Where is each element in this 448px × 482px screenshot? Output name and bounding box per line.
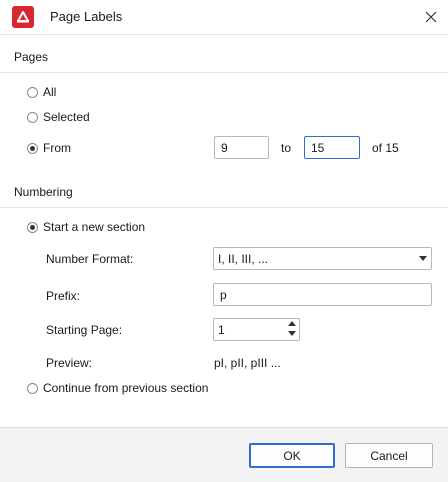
dialog-footer: OK Cancel — [0, 427, 448, 482]
radio-all-label: All — [43, 85, 57, 99]
dialog-title: Page Labels — [50, 9, 123, 24]
prefix-input[interactable] — [213, 283, 432, 306]
radio-from-indicator — [27, 142, 38, 154]
number-format-value: I, II, III, ... — [218, 251, 269, 266]
app-logo-icon — [12, 6, 34, 28]
preview-value: pI, pII, pIII ... — [214, 356, 281, 370]
radio-selected[interactable]: Selected — [27, 110, 90, 124]
cancel-button[interactable]: Cancel — [345, 443, 433, 468]
close-button[interactable] — [418, 4, 444, 30]
spin-down-button[interactable] — [285, 329, 299, 339]
title-divider — [0, 34, 448, 35]
pages-divider — [0, 72, 448, 73]
radio-start-new-section-label: Start a new section — [43, 220, 146, 234]
page-labels-dialog: Page Labels Pages All Selected From to o… — [0, 0, 448, 482]
radio-start-new-section[interactable]: Start a new section — [27, 220, 145, 234]
radio-continue-previous-section-indicator — [27, 382, 38, 394]
chevron-down-icon — [415, 248, 431, 269]
prefix-label: Prefix: — [46, 289, 81, 303]
to-label: to — [281, 141, 292, 155]
spin-buttons — [285, 319, 299, 340]
chevron-up-icon — [288, 321, 296, 326]
radio-continue-previous-section-label: Continue from previous section — [43, 381, 209, 395]
numbering-section-title: Numbering — [14, 185, 73, 199]
chevron-down-icon — [288, 331, 296, 336]
number-format-select[interactable]: I, II, III, ... — [213, 247, 432, 270]
starting-page-label: Starting Page: — [46, 323, 123, 337]
close-icon — [425, 11, 437, 23]
radio-selected-label: Selected — [43, 110, 90, 124]
title-bar: Page Labels — [0, 0, 448, 34]
numbering-divider — [0, 207, 448, 208]
pages-section-title: Pages — [14, 50, 49, 64]
radio-all-indicator — [27, 86, 38, 98]
radio-from[interactable]: From — [27, 141, 71, 155]
radio-from-label: From — [43, 141, 71, 155]
radio-all[interactable]: All — [27, 85, 56, 99]
radio-continue-previous-section[interactable]: Continue from previous section — [27, 381, 208, 395]
radio-selected-indicator — [27, 111, 38, 123]
ok-button[interactable]: OK — [249, 443, 335, 468]
to-page-input[interactable] — [304, 136, 360, 159]
of-total-pages-label: of 15 — [372, 141, 399, 155]
starting-page-spinner[interactable]: 1 — [213, 318, 300, 341]
preview-label: Preview: — [46, 356, 93, 370]
from-page-input[interactable] — [214, 136, 269, 159]
starting-page-value: 1 — [218, 322, 225, 337]
number-format-label: Number Format: — [46, 252, 134, 266]
radio-start-new-section-indicator — [27, 221, 38, 233]
spin-up-button[interactable] — [285, 319, 299, 329]
